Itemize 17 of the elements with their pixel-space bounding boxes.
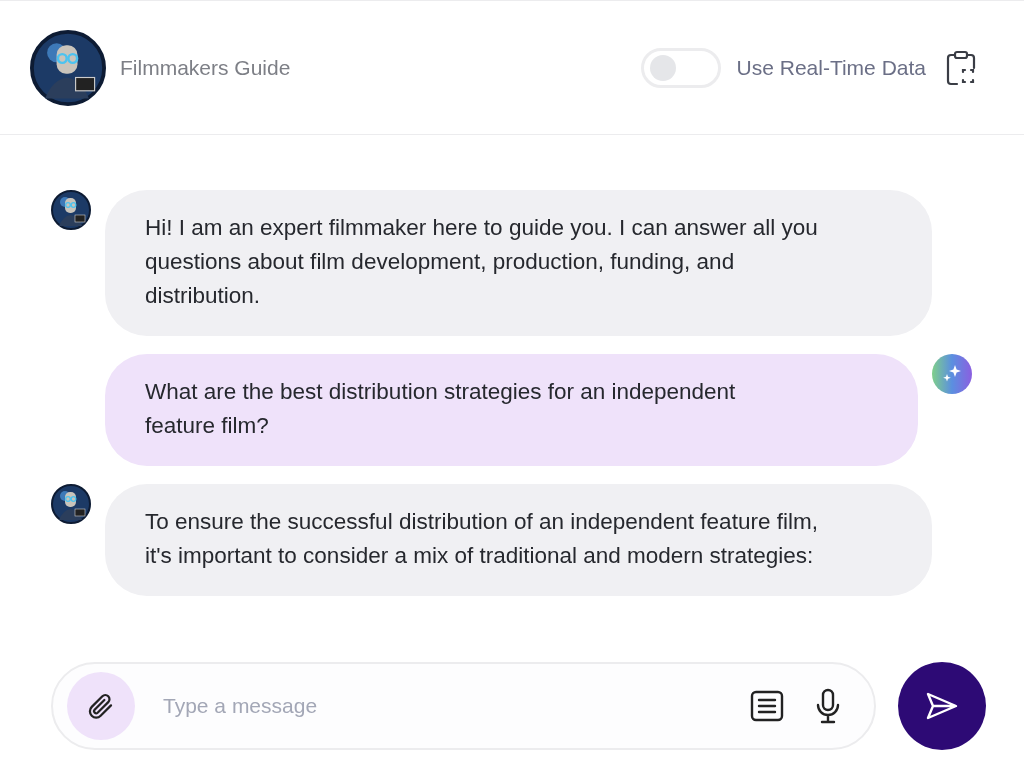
robot-avatar-icon	[51, 190, 91, 230]
sparkle-avatar-icon	[932, 354, 972, 394]
toggle-switch[interactable]	[640, 47, 721, 88]
attach-button[interactable]	[67, 672, 135, 740]
send-icon	[925, 691, 959, 721]
toggle-label: Use Real-Time Data	[736, 55, 926, 80]
message-bar[interactable]: Type a message	[51, 662, 876, 750]
clipboard-icon[interactable]	[946, 49, 976, 86]
microphone-icon[interactable]	[814, 688, 842, 724]
user-message: What are the best distribution strategies for an independent feature film?	[105, 354, 918, 466]
bot-message: To ensure the successful distribution of an independent feature film, it's important to consider a mix of traditional and modern strategies:	[105, 484, 932, 596]
bot-message: Hi! I am an expert filmmaker here to guide you. I can answer all you questions about film development, production, funding, and distribution.	[105, 190, 932, 336]
document-icon[interactable]	[750, 690, 784, 722]
robot-avatar-icon	[30, 29, 106, 106]
robot-avatar-icon	[51, 484, 91, 524]
message-input[interactable]: Type a message	[161, 685, 720, 727]
app-title: Filmmakers Guide	[120, 55, 292, 80]
